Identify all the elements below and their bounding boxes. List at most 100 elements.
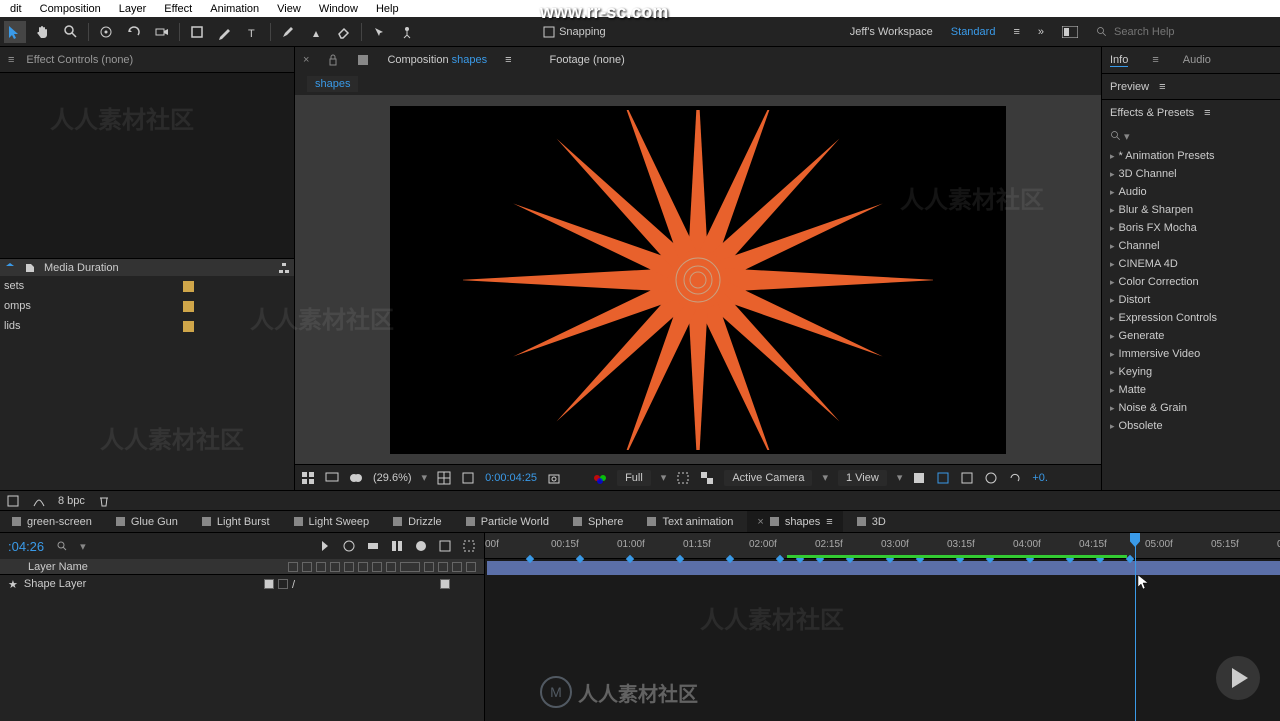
eraser-tool[interactable] [333, 21, 355, 43]
vf-icon2[interactable] [936, 471, 950, 485]
preset-item[interactable]: ▸Keying [1102, 363, 1280, 381]
search-help-input[interactable] [1114, 26, 1234, 38]
vf-icon1[interactable] [912, 471, 926, 485]
composition-viewer[interactable] [295, 95, 1101, 464]
audio-tab[interactable]: Audio [1183, 54, 1211, 66]
panel-menu-icon[interactable]: ≡ [1152, 54, 1158, 66]
menu-layer[interactable]: Layer [111, 3, 155, 15]
resolution-icon[interactable] [437, 471, 451, 485]
panel-menu-icon[interactable]: ≡ [1159, 81, 1165, 93]
panel-icon[interactable] [1062, 26, 1078, 38]
timeline-tab[interactable]: Light Burst [192, 511, 280, 532]
preset-item[interactable]: ▸Generate [1102, 327, 1280, 345]
menu-view[interactable]: View [269, 3, 309, 15]
trash-icon[interactable] [97, 494, 111, 508]
breadcrumb-item[interactable]: shapes [307, 76, 358, 92]
effect-controls-tab[interactable]: ≡ Effect Controls (none) [0, 47, 294, 73]
vf-icon3[interactable] [960, 471, 974, 485]
exposure[interactable]: +0. [1032, 472, 1048, 484]
preview-section[interactable]: Preview ≡ [1102, 73, 1280, 99]
preset-item[interactable]: ▸Audio [1102, 183, 1280, 201]
grid-icon[interactable] [301, 471, 315, 485]
preset-item[interactable]: ▸Noise & Grain [1102, 399, 1280, 417]
project-item[interactable]: lids [0, 316, 294, 336]
preset-search[interactable]: ▾ [1102, 125, 1280, 147]
menu-help[interactable]: Help [368, 3, 407, 15]
timeline-tab[interactable]: Glue Gun [106, 511, 188, 532]
timeline-tab[interactable]: Light Sweep [284, 511, 380, 532]
menu-icon[interactable]: ≡ [1013, 26, 1019, 38]
play-button[interactable] [1216, 656, 1260, 700]
vf-icon4[interactable] [984, 471, 998, 485]
preset-item[interactable]: ▸Color Correction [1102, 273, 1280, 291]
timeline-tab[interactable]: Particle World [456, 511, 559, 532]
zoom-level[interactable]: (29.6%) [373, 472, 412, 484]
roto-tool[interactable] [368, 21, 390, 43]
preset-item[interactable]: ▸Boris FX Mocha [1102, 219, 1280, 237]
bpc-label[interactable]: 8 bpc [58, 495, 85, 507]
orbit-tool[interactable] [95, 21, 117, 43]
camera-tool[interactable] [151, 21, 173, 43]
timeline-tab[interactable]: Text animation [637, 511, 743, 532]
monitor-icon[interactable] [325, 471, 339, 485]
pen-tool[interactable] [214, 21, 236, 43]
tl-icon[interactable] [366, 539, 380, 553]
panel-menu-icon[interactable]: ≡ [505, 54, 511, 66]
panel-menu-icon[interactable]: ≡ [8, 54, 14, 66]
brush-tool[interactable] [277, 21, 299, 43]
effects-presets-section[interactable]: Effects & Presets ≡ [1102, 99, 1280, 125]
tl-icon[interactable] [318, 539, 332, 553]
preset-item[interactable]: ▸Immersive Video [1102, 345, 1280, 363]
preset-list[interactable]: ▸* Animation Presets▸3D Channel▸Audio▸Bl… [1102, 147, 1280, 490]
current-time[interactable]: 0:00:04:25 [485, 472, 537, 484]
text-tool[interactable]: T [242, 21, 264, 43]
region-icon[interactable] [676, 471, 690, 485]
timeline-tab[interactable]: Drizzle [383, 511, 452, 532]
timeline-time[interactable]: :04:26 [8, 539, 44, 554]
zoom-tool[interactable] [60, 21, 82, 43]
tl-icon[interactable] [438, 539, 452, 553]
preset-item[interactable]: ▸Blur & Sharpen [1102, 201, 1280, 219]
transparency-icon[interactable] [700, 471, 714, 485]
preset-item[interactable]: ▸Matte [1102, 381, 1280, 399]
timeline-tab[interactable]: Sphere [563, 511, 633, 532]
timeline-tab[interactable]: ×shapes≡ [747, 511, 842, 532]
viewer-canvas[interactable] [390, 106, 1006, 454]
refresh-icon[interactable] [1008, 471, 1022, 485]
rotate-tool[interactable] [123, 21, 145, 43]
info-tab[interactable]: Info [1110, 54, 1128, 67]
sort-icon[interactable] [4, 262, 16, 274]
preset-item[interactable]: ▸CINEMA 4D [1102, 255, 1280, 273]
timeline-tab[interactable]: 3D [847, 511, 896, 532]
lock-icon[interactable] [327, 54, 339, 66]
flow-icon[interactable] [32, 494, 46, 508]
media-duration-column[interactable]: Media Duration [44, 262, 119, 274]
menu-effect[interactable]: Effect [156, 3, 200, 15]
interpret-icon[interactable] [6, 494, 20, 508]
project-item[interactable]: sets [0, 276, 294, 296]
layer-bar[interactable] [487, 561, 1280, 575]
layer-name-column[interactable]: Layer Name [28, 561, 88, 573]
search-icon[interactable] [56, 540, 68, 552]
selection-tool[interactable] [4, 21, 26, 43]
channel-icon[interactable] [593, 471, 607, 485]
panel-menu-icon[interactable]: ≡ [1204, 107, 1210, 119]
comp-tab-title[interactable]: Composition shapes [387, 54, 487, 66]
view-select[interactable]: 1 View [838, 470, 887, 486]
preset-item[interactable]: ▸* Animation Presets [1102, 147, 1280, 165]
layer-row[interactable]: ★ Shape Layer / [0, 575, 484, 593]
footage-tab[interactable]: Footage (none) [550, 54, 625, 66]
project-body[interactable]: sets omps lids [0, 276, 294, 490]
rect-tool[interactable] [186, 21, 208, 43]
tl-icon[interactable] [414, 539, 428, 553]
menu-composition[interactable]: Composition [32, 3, 109, 15]
camera-select[interactable]: Active Camera [724, 470, 812, 486]
clone-tool[interactable] [305, 21, 327, 43]
menu-window[interactable]: Window [311, 3, 366, 15]
safe-icon[interactable] [461, 471, 475, 485]
menu-edit[interactable]: dit [2, 3, 30, 15]
hierarchy-icon[interactable] [278, 262, 290, 274]
snapshot-icon[interactable] [547, 471, 561, 485]
preset-item[interactable]: ▸Obsolete [1102, 417, 1280, 435]
workspace-selector[interactable]: Standard [951, 26, 996, 38]
